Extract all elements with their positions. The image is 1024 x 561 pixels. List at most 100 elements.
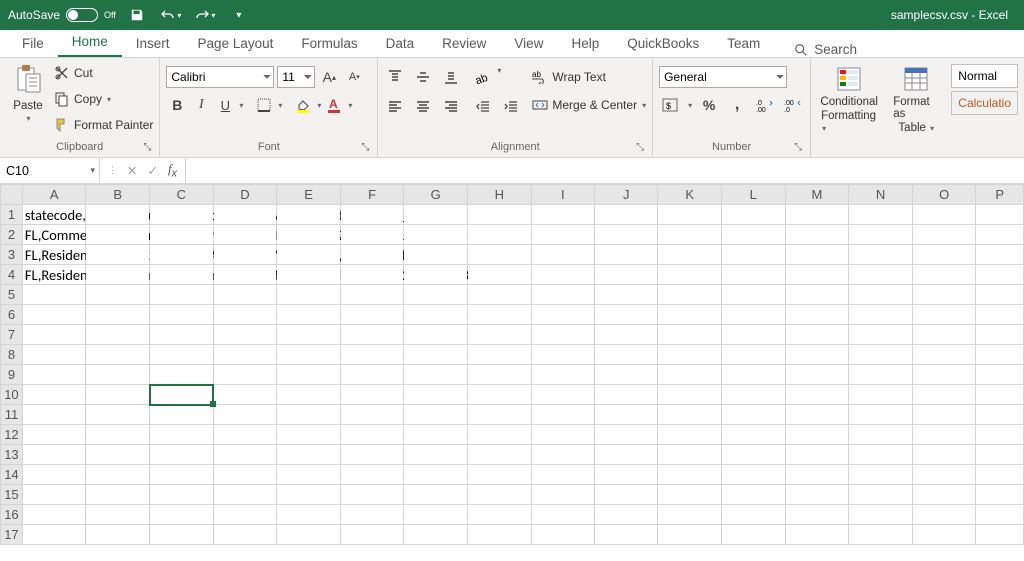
clipboard-launcher-icon[interactable]: ⤡: [143, 142, 151, 153]
cell-O8[interactable]: [912, 345, 976, 365]
style-calculation[interactable]: Calculatio: [951, 91, 1018, 115]
cell-P15[interactable]: [976, 485, 1024, 505]
format-painter-button[interactable]: Format Painter: [54, 114, 153, 136]
cell-F11[interactable]: [340, 405, 404, 425]
col-header-O[interactable]: O: [912, 185, 976, 205]
cell-J12[interactable]: [594, 425, 657, 445]
cell-D9[interactable]: [213, 365, 277, 385]
col-header-H[interactable]: H: [468, 185, 532, 205]
cell-H12[interactable]: [468, 425, 532, 445]
cell-L3[interactable]: [722, 245, 786, 265]
cell-H17[interactable]: [468, 525, 532, 545]
cell-G6[interactable]: [404, 305, 468, 325]
cell-J6[interactable]: [594, 305, 657, 325]
col-header-E[interactable]: E: [277, 185, 341, 205]
cell-M4[interactable]: [785, 265, 849, 285]
col-header-G[interactable]: G: [404, 185, 468, 205]
cell-F9[interactable]: [340, 365, 404, 385]
col-header-D[interactable]: D: [213, 185, 277, 205]
cell-P10[interactable]: [976, 385, 1024, 405]
cell-N11[interactable]: [849, 405, 913, 425]
name-box[interactable]: C10▾: [0, 158, 100, 183]
decrease-font-icon[interactable]: A▾: [343, 66, 365, 88]
cell-O3[interactable]: [912, 245, 976, 265]
cell-F17[interactable]: [340, 525, 404, 545]
cell-M12[interactable]: [785, 425, 849, 445]
cell-I16[interactable]: [531, 505, 594, 525]
cell-B2[interactable]: [86, 225, 150, 245]
cell-H8[interactable]: [468, 345, 532, 365]
cell-I15[interactable]: [531, 485, 594, 505]
font-size-select[interactable]: [277, 66, 315, 88]
fx-icon[interactable]: fx: [168, 161, 177, 180]
percent-format-icon[interactable]: %: [698, 94, 720, 116]
tab-page-layout[interactable]: Page Layout: [184, 30, 288, 57]
cell-P14[interactable]: [976, 465, 1024, 485]
cell-A12[interactable]: [22, 425, 86, 445]
cell-N9[interactable]: [849, 365, 913, 385]
cell-K15[interactable]: [658, 485, 722, 505]
cell-D2[interactable]: [213, 225, 277, 245]
cell-N12[interactable]: [849, 425, 913, 445]
cell-B16[interactable]: [86, 505, 150, 525]
cell-K2[interactable]: [658, 225, 722, 245]
cell-K9[interactable]: [658, 365, 722, 385]
cell-K4[interactable]: [658, 265, 722, 285]
cell-H11[interactable]: [468, 405, 532, 425]
cell-O5[interactable]: [912, 285, 976, 305]
cell-N13[interactable]: [849, 445, 913, 465]
cell-A15[interactable]: [22, 485, 86, 505]
cell-P8[interactable]: [976, 345, 1024, 365]
cell-C5[interactable]: [150, 285, 214, 305]
cell-I7[interactable]: [531, 325, 594, 345]
cell-P4[interactable]: [976, 265, 1024, 285]
cell-F16[interactable]: [340, 505, 404, 525]
cell-C11[interactable]: [150, 405, 214, 425]
align-center-icon[interactable]: [412, 96, 434, 118]
cell-O11[interactable]: [912, 405, 976, 425]
cell-H13[interactable]: [468, 445, 532, 465]
cell-D12[interactable]: [213, 425, 277, 445]
conditional-formatting-button[interactable]: Conditional Formatting ▾: [817, 64, 881, 136]
border-button[interactable]: [253, 94, 275, 116]
autosave-toggle[interactable]: AutoSave Off: [8, 8, 116, 22]
cell-L8[interactable]: [722, 345, 786, 365]
cell-C6[interactable]: [150, 305, 214, 325]
cell-O12[interactable]: [912, 425, 976, 445]
align-middle-icon[interactable]: [412, 66, 434, 88]
cell-M14[interactable]: [785, 465, 849, 485]
cut-button[interactable]: Cut: [54, 62, 153, 84]
cell-J3[interactable]: [594, 245, 657, 265]
cell-P12[interactable]: [976, 425, 1024, 445]
cell-H2[interactable]: [468, 225, 532, 245]
cell-O7[interactable]: [912, 325, 976, 345]
cell-K1[interactable]: [658, 205, 722, 225]
cell-D15[interactable]: [213, 485, 277, 505]
cell-A8[interactable]: [22, 345, 86, 365]
cell-C10[interactable]: [150, 385, 214, 405]
cell-M1[interactable]: [785, 205, 849, 225]
align-left-icon[interactable]: [384, 96, 406, 118]
cell-L16[interactable]: [722, 505, 786, 525]
fill-color-button[interactable]: [292, 94, 314, 116]
cell-H14[interactable]: [468, 465, 532, 485]
cell-F10[interactable]: [340, 385, 404, 405]
cell-P11[interactable]: [976, 405, 1024, 425]
cell-D11[interactable]: [213, 405, 277, 425]
cell-D13[interactable]: [213, 445, 277, 465]
cell-G12[interactable]: [404, 425, 468, 445]
cell-O16[interactable]: [912, 505, 976, 525]
tab-home[interactable]: Home: [58, 28, 122, 57]
row-header-3[interactable]: 3: [1, 245, 23, 265]
col-header-F[interactable]: F: [340, 185, 404, 205]
cell-F2[interactable]: [340, 225, 404, 245]
cell-E10[interactable]: [277, 385, 341, 405]
cell-E2[interactable]: [277, 225, 341, 245]
cell-H9[interactable]: [468, 365, 532, 385]
cell-N1[interactable]: [849, 205, 913, 225]
cell-L14[interactable]: [722, 465, 786, 485]
tab-view[interactable]: View: [500, 30, 557, 57]
cell-G13[interactable]: [404, 445, 468, 465]
italic-button[interactable]: I: [190, 94, 212, 116]
search-box[interactable]: Search: [774, 42, 857, 57]
